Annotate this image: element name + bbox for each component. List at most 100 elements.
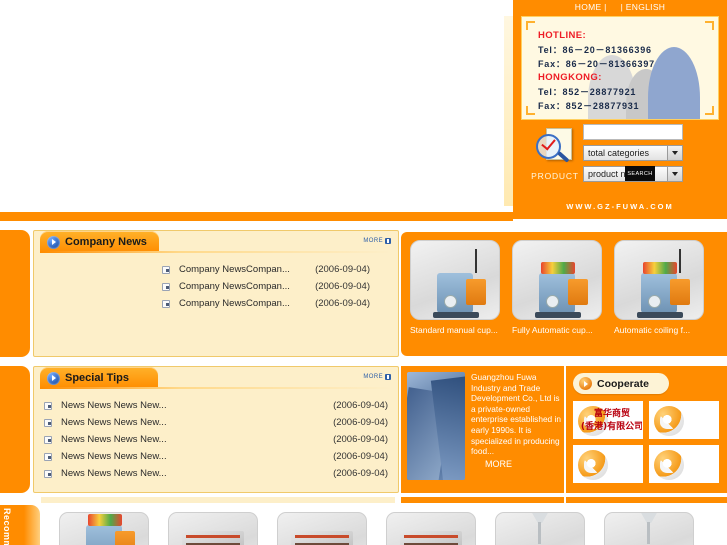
- hotline-fax: Fax：86－20－81366397: [538, 59, 655, 69]
- more-icon: [385, 374, 391, 380]
- chevron-down-icon[interactable]: [667, 167, 682, 181]
- list-item[interactable]: News News News New... (2006-09-04): [44, 414, 388, 431]
- product-thumbnail[interactable]: [410, 240, 500, 320]
- list-item-title[interactable]: Company NewsCompan...: [179, 264, 290, 275]
- cooperate-partner-grid: 富华商贸 (香港)有限公司: [573, 401, 721, 483]
- list-bullet-icon: [44, 401, 52, 410]
- product-thumbnail[interactable]: [614, 240, 704, 320]
- list-item-date: (2006-09-04): [333, 434, 388, 445]
- special-tips-tab[interactable]: Special Tips: [40, 367, 158, 389]
- product-caption[interactable]: Fully Automatic cup...: [512, 325, 602, 335]
- banner-dot-texture: [0, 0, 513, 219]
- product-search-icon-group: PRODUCT: [525, 126, 585, 194]
- contact-text-block: HOTLINE: Tel：86－20－81366396 Fax：86－20－81…: [538, 29, 655, 113]
- recommend-product-thumbnail[interactable]: [168, 512, 258, 545]
- list-item-title[interactable]: News News News New...: [61, 417, 167, 428]
- nav-english-link[interactable]: | ENGLISH: [621, 2, 666, 12]
- search-keyword-input[interactable]: [583, 124, 683, 140]
- list-item-title[interactable]: News News News New...: [61, 400, 167, 411]
- decorative-shape-3: [648, 47, 700, 119]
- conveyor-art: [400, 531, 462, 545]
- recommend-product-thumbnail[interactable]: [495, 512, 585, 545]
- list-item-date: (2006-09-04): [315, 298, 370, 309]
- hongkong-tel: Tel：852－28877921: [538, 87, 637, 97]
- company-profile-text: Guangzhou Fuwa Industry and Trade Develo…: [471, 372, 561, 457]
- product-caption[interactable]: Automatic coiling f...: [614, 325, 704, 335]
- site-url: WWW.GZ-FUWA.COM: [566, 202, 674, 211]
- corner-bracket-bottom-left: [526, 106, 535, 115]
- special-tips-more-link[interactable]: MORE: [363, 374, 391, 380]
- list-item-title[interactable]: Company NewsCompan...: [179, 281, 290, 292]
- hotline-tel: Tel：86－20－81366396: [538, 45, 652, 55]
- list-bullet-icon: [162, 282, 170, 291]
- company-news-tab[interactable]: Company News: [40, 231, 159, 253]
- category-select-value: total categories: [588, 148, 650, 158]
- top-right-panel: HOME | | ENGLISH HOTLINE: Tel：86－20－8136…: [513, 0, 727, 219]
- list-item-title[interactable]: News News News New...: [61, 451, 167, 462]
- list-bullet-icon: [162, 265, 170, 274]
- list-item[interactable]: News News News New... (2006-09-04): [44, 448, 388, 465]
- list-item[interactable]: Company NewsCompan... (2006-09-04): [162, 295, 388, 312]
- list-item[interactable]: News News News New... (2006-09-04): [44, 465, 388, 482]
- more-label: MORE: [363, 238, 383, 244]
- list-item[interactable]: News News News New... (2006-09-04): [44, 431, 388, 448]
- panel-base-cooperate: [566, 497, 727, 503]
- company-news-more-link[interactable]: MORE: [363, 238, 391, 244]
- banner-bottom-bar: [0, 212, 513, 221]
- partner-logo[interactable]: 富华商贸 (香港)有限公司: [573, 401, 643, 439]
- company-profile-more-link[interactable]: MORE: [471, 459, 563, 469]
- top-navigation: HOME | | ENGLISH: [513, 0, 727, 14]
- partner-logo[interactable]: [573, 445, 643, 483]
- product-card[interactable]: Automatic coiling f...: [614, 240, 704, 335]
- list-item[interactable]: Company NewsCompan... (2006-09-04): [162, 278, 388, 295]
- recommend-products-tab: Recommend P: [0, 505, 40, 545]
- machine-art: [535, 262, 588, 318]
- partner-logo[interactable]: [649, 401, 719, 439]
- panel-base-left: [41, 497, 395, 503]
- company-profile: Guangzhou Fuwa Industry and Trade Develo…: [401, 366, 564, 493]
- globe-icon: [578, 450, 608, 480]
- list-item-title[interactable]: News News News New...: [61, 434, 167, 445]
- chevron-down-icon[interactable]: [667, 146, 682, 160]
- product-caption[interactable]: Standard manual cup...: [410, 325, 500, 335]
- play-circle-icon: [579, 377, 592, 390]
- list-item-title[interactable]: Company NewsCompan...: [179, 298, 290, 309]
- product-card[interactable]: Standard manual cup...: [410, 240, 500, 335]
- partner-logo[interactable]: [649, 445, 719, 483]
- panel-base-profile: [401, 497, 564, 503]
- contact-info-box: HOTLINE: Tel：86－20－81366396 Fax：86－20－81…: [521, 16, 719, 120]
- more-icon: [385, 238, 391, 244]
- recommend-products-strip: [40, 505, 727, 545]
- company-news-panel: Company News MORE Company NewsCompan... (…: [33, 230, 399, 357]
- category-select[interactable]: total categories: [583, 145, 683, 161]
- nav-home-link[interactable]: HOME |: [575, 2, 607, 12]
- company-news-title: Company News: [65, 236, 147, 248]
- product-thumbnail[interactable]: [512, 240, 602, 320]
- product-card[interactable]: Fully Automatic cup...: [512, 240, 602, 335]
- hotline-title: HOTLINE:: [538, 30, 587, 41]
- conveyor-art: [182, 531, 244, 545]
- special-tips-title: Special Tips: [65, 372, 129, 384]
- list-bullet-icon: [44, 435, 52, 444]
- left-accent-tab-tips: [0, 366, 30, 493]
- list-bullet-icon: [44, 418, 52, 427]
- list-item[interactable]: Company NewsCompan... (2006-09-04): [162, 261, 388, 278]
- play-circle-icon: [47, 235, 60, 249]
- header-divider: [40, 387, 392, 389]
- machine-art: [637, 249, 690, 318]
- machine-art: [86, 514, 135, 545]
- globe-icon: [654, 450, 684, 480]
- recommend-product-thumbnail[interactable]: [277, 512, 367, 545]
- recommend-product-thumbnail[interactable]: [386, 512, 476, 545]
- partner-name: 富华商贸 (香港)有限公司: [580, 409, 643, 432]
- list-item-title[interactable]: News News News New...: [61, 468, 167, 479]
- filler-art: [628, 513, 670, 545]
- list-item[interactable]: News News News New... (2006-09-04): [44, 397, 388, 414]
- recommend-product-thumbnail[interactable]: [59, 512, 149, 545]
- special-tips-list: News News News New... (2006-09-04) News Ne…: [34, 389, 398, 482]
- list-item-date: (2006-09-04): [315, 264, 370, 275]
- header-divider: [40, 251, 392, 253]
- recommend-product-thumbnail[interactable]: [604, 512, 694, 545]
- magnifier-search-icon: [533, 126, 577, 170]
- search-button[interactable]: SEARCH: [625, 166, 655, 181]
